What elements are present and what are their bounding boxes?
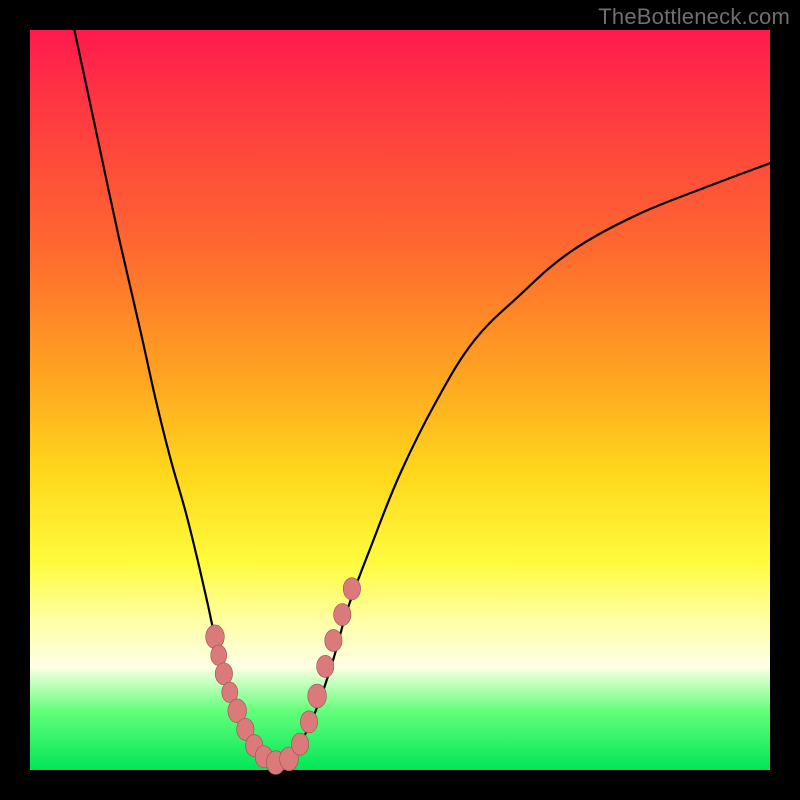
marker-point <box>317 655 334 677</box>
marker-point <box>300 711 317 733</box>
marker-point <box>215 663 232 685</box>
marker-point <box>206 625 225 649</box>
chart-svg <box>30 30 770 770</box>
marker-layer <box>206 578 361 775</box>
marker-point <box>343 578 360 600</box>
series-left-branch <box>74 30 274 763</box>
marker-point <box>334 604 351 626</box>
marker-point <box>308 684 327 708</box>
marker-point <box>211 645 227 665</box>
series-right-branch <box>274 163 770 762</box>
plot-area <box>30 30 770 770</box>
curve-layer <box>74 30 770 763</box>
marker-point <box>325 629 342 651</box>
chart-frame: TheBottleneck.com <box>0 0 800 800</box>
marker-point <box>291 733 308 755</box>
watermark-text: TheBottleneck.com <box>598 4 790 30</box>
